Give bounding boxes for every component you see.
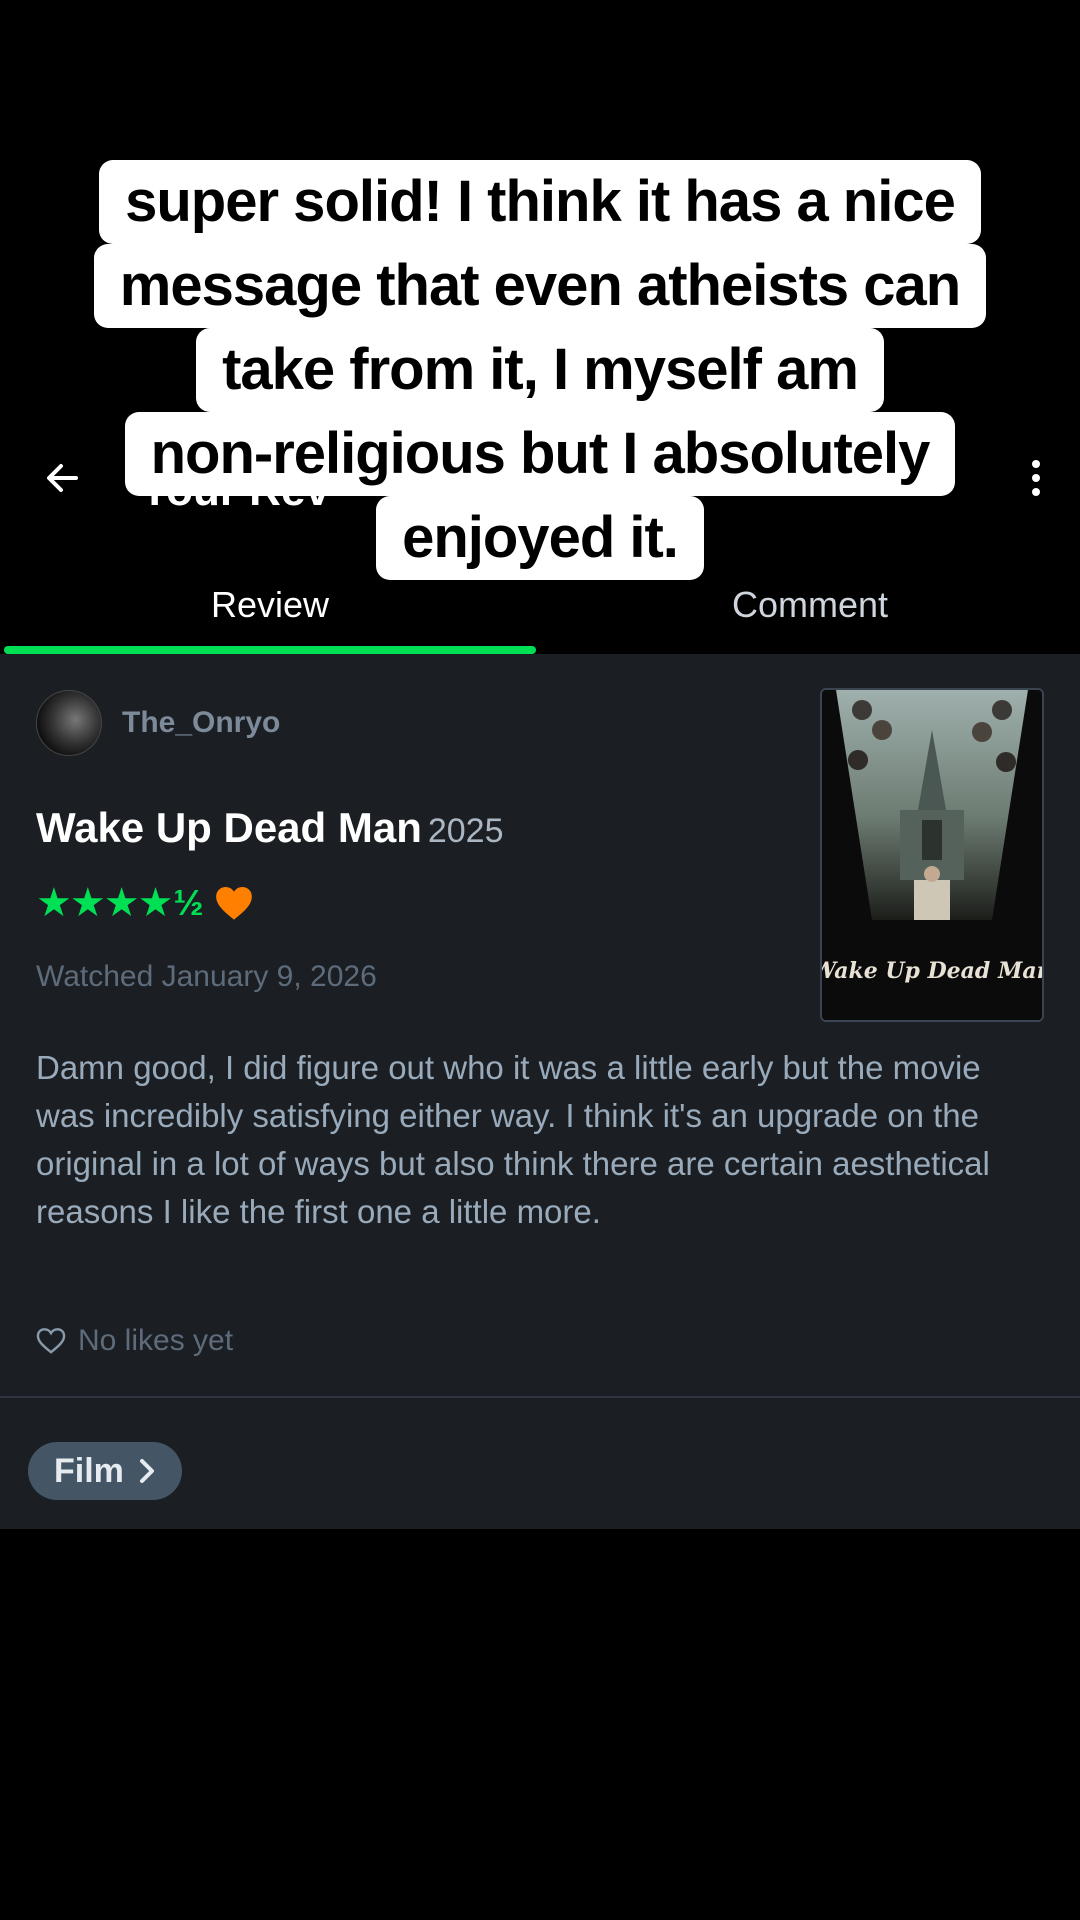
star-rating-icon: ★★★★ [36,881,173,925]
movie-title[interactable]: Wake Up Dead Man 2025 [36,804,504,852]
review-panel: The_Onryo Wake Up Dead Man 2025 ★★★★ ½ Wa… [0,654,1080,1529]
divider [0,1396,1080,1398]
poster-image: Wake Up Dead Man [822,690,1042,1020]
caption-line: message that even atheists can [93,244,987,328]
tab-indicator [4,646,536,654]
film-button[interactable]: Film [28,1442,182,1500]
half-star: ½ [173,882,204,923]
rating: ★★★★ ½ [36,880,253,926]
tab-bar: Review Comment [0,578,1080,654]
caption-line: non-religious but I absolutely [124,412,956,496]
poster-title: Wake Up Dead Man [822,958,1042,984]
film-button-label: Film [54,1451,124,1490]
watched-date: Watched January 9, 2026 [36,960,377,993]
movie-poster[interactable]: Wake Up Dead Man [820,688,1044,1022]
caption-line: take from it, I myself am [196,328,884,412]
like-button[interactable]: No likes yet [36,1324,233,1358]
review-body: Damn good, I did figure out who it was a… [36,1049,990,1230]
heart-outline-icon [36,1328,66,1354]
review-screen: Your Rev super solid! I think it has a n… [0,0,1080,1920]
likes-count-label: No likes yet [78,1324,234,1357]
caption-overlay: super solid! I think it has a nice messa… [0,160,1080,580]
caption-line: enjoyed it. [376,496,704,580]
movie-year: 2025 [427,812,504,850]
tab-review[interactable]: Review [0,578,540,654]
avatar[interactable] [36,690,102,756]
caption-line: super solid! I think it has a nice [99,160,981,244]
tab-comment[interactable]: Comment [540,578,1080,654]
liked-heart-icon [216,886,253,920]
chevron-right-icon [139,1459,154,1483]
movie-title-text: Wake Up Dead Man [36,804,422,851]
username[interactable]: The_Onryo [122,706,280,740]
